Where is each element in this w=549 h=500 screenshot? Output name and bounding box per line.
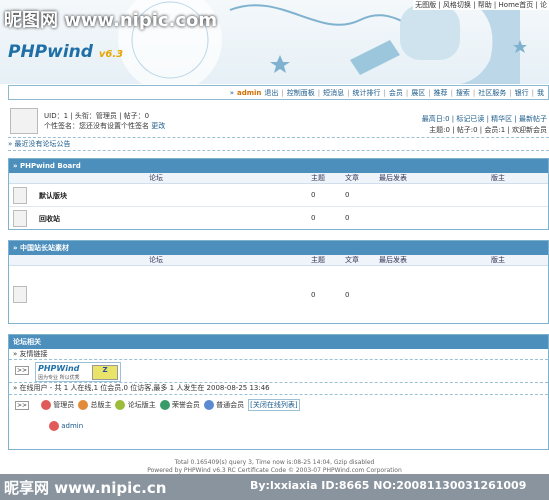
phpwind-link-banner[interactable]: PHPWind 因为专业 所以优秀 Z [35,362,121,382]
forum-posts: 0 [345,214,350,222]
forum-topics: 0 [311,191,316,199]
col-last-post: 最后发表 [379,174,407,182]
col-topics: 主题 [311,256,325,264]
nav-bank[interactable]: 银行 [515,88,529,98]
legend-list: 管理员 总版主 论坛版主 荣誉会员 普通会员 [关闭在线列表] [41,399,300,411]
table-row: 默认版块 0 0 [9,184,548,207]
col-moderator: 版主 [491,174,505,182]
main-nav: » admin 退出 | 控制面板 | 短消息 | 统计排行 | 会员 | 展区 | 推荐 |… [8,85,549,100]
board-columns-2: 论坛 主题 文章 最后发表 版主 [9,255,548,266]
stats-line2: 主题:0 | 帖子:0 | 会员:1 | 欢迎新会员 [429,126,547,134]
board-title-1[interactable]: » PHPwind Board [9,159,548,173]
forum-posts: 0 [345,291,350,299]
nav-user[interactable]: admin [237,89,261,97]
user-signature: 个性签名：您还没有设置个性签名 更改 [44,121,165,131]
footer-line1: Total 0.165409(s) query 3, Time now is:0… [174,459,375,466]
board-panel-1: » PHPwind Board 论坛 主题 文章 最后发表 版主 默认版块 0 … [8,158,549,230]
forum-topics: 0 [311,214,316,222]
friend-links-text: 友情链接 [19,350,48,358]
forum-name[interactable]: 回收站 [39,214,60,224]
forum-topics: 0 [311,291,316,299]
nav-recommend[interactable]: 推荐 [434,88,448,98]
friend-links-label: » 友情链接 [9,349,548,359]
col-moderator: 版主 [491,256,505,264]
related-title: 论坛相关 [9,335,548,349]
nav-control-panel[interactable]: 控制面板 [287,88,315,98]
col-last-post: 最后发表 [379,256,407,264]
honor-member-icon [159,400,170,410]
member-icon [203,400,214,410]
friend-links-row: >> PHPWind 因为专业 所以优秀 Z [9,359,548,382]
top-links[interactable]: 无图版 | 风格切换 | 帮助 | Home首页 | 论 [413,0,549,10]
nav-search[interactable]: 搜索 [456,88,470,98]
nav-members[interactable]: 会员 [389,88,403,98]
legend-admin: 管理员 [41,400,74,410]
table-row: 0 0 [9,266,548,324]
logo-version: v6.3 [98,49,124,60]
col-posts: 文章 [345,256,359,264]
col-posts: 文章 [345,174,359,182]
nav-arrow-icon: » [229,88,234,97]
online-user[interactable]: admin [49,421,83,431]
legend-super-mod: 总版主 [78,400,111,410]
logo-text: PHPwind [8,42,93,62]
notice-text: 最近没有论坛公告 [14,140,71,148]
forum-mod-icon [115,400,126,410]
stats-line1[interactable]: 最高日:0 | 标记已读 | 精华区 | 最新帖子 [422,114,547,124]
online-users-row: » 在线用户 - 共 1 人在线,1 位会员,0 位访客,最多 1 人发生在 2… [9,382,548,394]
collapse-icon[interactable]: >> [15,401,30,410]
notice-bar[interactable]: » 最近没有论坛公告 [8,137,549,151]
online-user-name[interactable]: admin [61,422,83,430]
col-forum: 论坛 [149,256,163,264]
watermark-top: 昵图网 www.nipic.com [4,10,218,31]
col-topics: 主题 [311,174,325,182]
user-info-line1: UID：1 | 头衔：管理员 | 帖子：0 [44,112,150,120]
super-mod-icon [78,400,89,410]
forum-posts: 0 [345,191,350,199]
watermark-bottom-right: By:lxxiaxia ID:8665 NO:20081130031261009 [250,479,527,492]
nav-logout[interactable]: 退出 [264,88,278,98]
online-users-text: 在线用户 - 共 1 人在线,1 位会员,0 位访客,最多 1 人发生在 200… [19,384,270,392]
signature-text: 个性签名：您还没有设置个性签名 [44,122,149,130]
link-z-icon: Z [92,365,118,380]
admin-icon [49,421,59,431]
forum-icon [13,286,27,303]
legend-member: 普通会员 [203,400,244,410]
collapse-icon[interactable]: >> [15,366,30,375]
watermark-bottom-left: 昵享网 www.nipic.cn [4,479,167,497]
link-logo: PHPWind [38,364,80,373]
nav-stats[interactable]: 统计排行 [352,88,380,98]
table-row: 回收站 0 0 [9,207,548,229]
phpwind-logo: PHPwind v6.3 [8,42,123,62]
admin-icon [41,400,51,410]
header-banner: 昵图网 www.nipic.com PHPwind v6.3 [0,0,549,84]
forum-icon [13,187,27,204]
nav-messages[interactable]: 短消息 [323,88,344,98]
signature-edit-link[interactable]: 更改 [151,122,165,130]
online-legend: >> 管理员 总版主 论坛版主 荣誉会员 普通会员 [关闭在线列表] [9,394,548,415]
board-columns-1: 论坛 主题 文章 最后发表 版主 [9,173,548,184]
online-user-list: admin [9,415,548,435]
legend-forum-mod: 论坛版主 [115,400,156,410]
watermark-band: 昵享网 www.nipic.cn By:lxxiaxia ID:8665 NO:… [0,474,549,500]
forum-icon [13,210,27,227]
forum-name[interactable]: 默认版块 [39,191,67,201]
close-online-list-button[interactable]: [关闭在线列表] [248,399,300,411]
nav-showcase[interactable]: 展区 [411,88,425,98]
board-title-2[interactable]: » 中国站长站素材 [9,241,548,255]
footer-line2: Powered by PHPWind v6.3 RC Certificate C… [147,467,402,474]
link-subtitle: 因为专业 所以优秀 [38,375,80,381]
legend-honor: 荣誉会员 [159,400,200,410]
board-panel-2: » 中国站长站素材 论坛 主题 文章 最后发表 版主 0 0 [8,240,549,324]
nav-more[interactable]: 我 [537,88,544,98]
related-panel: 论坛相关 » 友情链接 >> PHPWind 因为专业 所以优秀 Z » 在线用… [8,334,549,450]
avatar[interactable] [10,108,38,134]
col-forum: 论坛 [149,174,163,182]
nav-services[interactable]: 社区服务 [478,88,506,98]
